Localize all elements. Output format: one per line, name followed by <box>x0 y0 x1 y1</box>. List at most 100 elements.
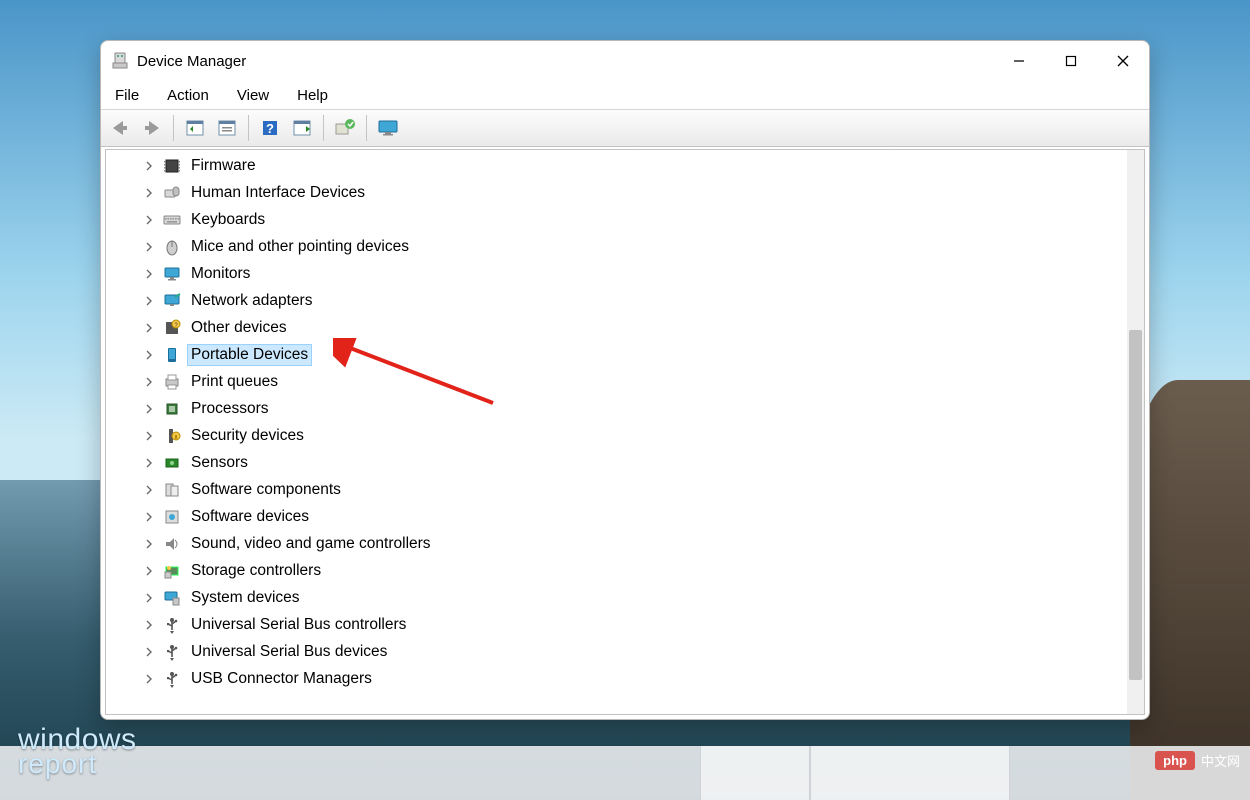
help-button[interactable]: ? <box>255 113 285 143</box>
chevron-right-icon[interactable] <box>142 321 156 335</box>
tree-node-label: Network adapters <box>188 291 315 311</box>
tree-node[interactable]: ?Other devices <box>106 314 1127 341</box>
swdev-icon <box>162 507 182 527</box>
device-manager-window: Device Manager File Action View Help <box>100 40 1150 720</box>
tree-node-label: Sound, video and game controllers <box>188 534 434 554</box>
chevron-right-icon[interactable] <box>142 591 156 605</box>
monitor-button[interactable] <box>373 113 403 143</box>
tree-node-label: Mice and other pointing devices <box>188 237 412 257</box>
menubar: File Action View Help <box>101 81 1149 109</box>
tree-node[interactable]: Print queues <box>106 368 1127 395</box>
scrollbar-thumb[interactable] <box>1129 330 1142 680</box>
tree-node-label: Human Interface Devices <box>188 183 368 203</box>
menu-help[interactable]: Help <box>293 85 332 106</box>
chevron-right-icon[interactable] <box>142 402 156 416</box>
tree-node[interactable]: Sound, video and game controllers <box>106 530 1127 557</box>
tree-node[interactable]: System devices <box>106 584 1127 611</box>
chevron-right-icon[interactable] <box>142 537 156 551</box>
tree-node[interactable]: Sensors <box>106 449 1127 476</box>
hid-icon <box>162 183 182 203</box>
chevron-right-icon[interactable] <box>142 186 156 200</box>
taskbar-slot[interactable] <box>700 746 810 800</box>
tree-node[interactable]: Universal Serial Bus devices <box>106 638 1127 665</box>
titlebar[interactable]: Device Manager <box>101 41 1149 81</box>
minimize-button[interactable] <box>993 41 1045 81</box>
chevron-right-icon[interactable] <box>142 159 156 173</box>
usb-icon <box>162 642 182 662</box>
tree-node-label: Portable Devices <box>188 345 311 365</box>
network-icon <box>162 291 182 311</box>
tree-node[interactable]: Software devices <box>106 503 1127 530</box>
vertical-scrollbar[interactable] <box>1127 150 1144 714</box>
tree-node[interactable]: Network adapters <box>106 287 1127 314</box>
chevron-right-icon[interactable] <box>142 294 156 308</box>
usb-icon <box>162 615 182 635</box>
client-area: Firmware Human Interface Devices Keyboards… <box>105 149 1145 715</box>
watermark-php: php 中文网 <box>1155 751 1240 770</box>
tree-node-label: Software devices <box>188 507 312 527</box>
tree-node[interactable]: Human Interface Devices <box>106 179 1127 206</box>
tree-node[interactable]: Keyboards <box>106 206 1127 233</box>
tree-node-label: USB Connector Managers <box>188 669 375 689</box>
toolbar-separator <box>173 115 174 141</box>
tree-node-label: Universal Serial Bus controllers <box>188 615 409 635</box>
tree-node-label: Keyboards <box>188 210 268 230</box>
chevron-right-icon[interactable] <box>142 645 156 659</box>
watermark-line2: report <box>18 752 137 776</box>
tree-node[interactable]: Storage controllers <box>106 557 1127 584</box>
watermark-windows-report: windows report <box>18 727 137 776</box>
tree-node[interactable]: Firmware <box>106 152 1127 179</box>
chevron-right-icon[interactable] <box>142 510 156 524</box>
tree-node[interactable]: Processors <box>106 395 1127 422</box>
tree-node[interactable]: Universal Serial Bus controllers <box>106 611 1127 638</box>
chevron-right-icon[interactable] <box>142 240 156 254</box>
toolbar: ? <box>101 109 1149 147</box>
swcomp-icon <box>162 480 182 500</box>
menu-file[interactable]: File <box>111 85 143 106</box>
tree-node[interactable]: Monitors <box>106 260 1127 287</box>
chevron-right-icon[interactable] <box>142 429 156 443</box>
php-badge: php <box>1155 751 1195 770</box>
taskbar-slot[interactable] <box>810 746 1010 800</box>
chevron-right-icon[interactable] <box>142 672 156 686</box>
chevron-right-icon[interactable] <box>142 456 156 470</box>
sound-icon <box>162 534 182 554</box>
svg-text:?: ? <box>266 121 274 136</box>
unknown-icon: ? <box>162 318 182 338</box>
chevron-right-icon[interactable] <box>142 483 156 497</box>
chevron-right-icon[interactable] <box>142 375 156 389</box>
taskbar[interactable] <box>0 746 1250 800</box>
tree-node[interactable]: Software components <box>106 476 1127 503</box>
monitor-icon <box>162 264 182 284</box>
device-tree[interactable]: Firmware Human Interface Devices Keyboards… <box>106 150 1127 714</box>
tree-node-label: Processors <box>188 399 272 419</box>
close-button[interactable] <box>1097 41 1149 81</box>
tree-node[interactable]: Portable Devices <box>106 341 1127 368</box>
chevron-right-icon[interactable] <box>142 564 156 578</box>
keyboard-icon <box>162 210 182 230</box>
tree-node-label: Universal Serial Bus devices <box>188 642 390 662</box>
tree-node[interactable]: Security devices <box>106 422 1127 449</box>
menu-action[interactable]: Action <box>163 85 213 106</box>
tree-node[interactable]: Mice and other pointing devices <box>106 233 1127 260</box>
storage-icon <box>162 561 182 581</box>
chevron-right-icon[interactable] <box>142 213 156 227</box>
update-driver-button[interactable] <box>330 113 360 143</box>
printer-icon <box>162 372 182 392</box>
tree-node-label: Sensors <box>188 453 251 473</box>
chevron-right-icon[interactable] <box>142 618 156 632</box>
mouse-icon <box>162 237 182 257</box>
maximize-button[interactable] <box>1045 41 1097 81</box>
show-hidden-button[interactable] <box>180 113 210 143</box>
toolbar-separator <box>248 115 249 141</box>
forward-button[interactable] <box>137 113 167 143</box>
toolbar-separator <box>323 115 324 141</box>
chevron-right-icon[interactable] <box>142 348 156 362</box>
cpu-icon <box>162 399 182 419</box>
scan-button[interactable] <box>287 113 317 143</box>
back-button[interactable] <box>105 113 135 143</box>
chevron-right-icon[interactable] <box>142 267 156 281</box>
properties-button[interactable] <box>212 113 242 143</box>
tree-node[interactable]: USB Connector Managers <box>106 665 1127 692</box>
menu-view[interactable]: View <box>233 85 273 106</box>
